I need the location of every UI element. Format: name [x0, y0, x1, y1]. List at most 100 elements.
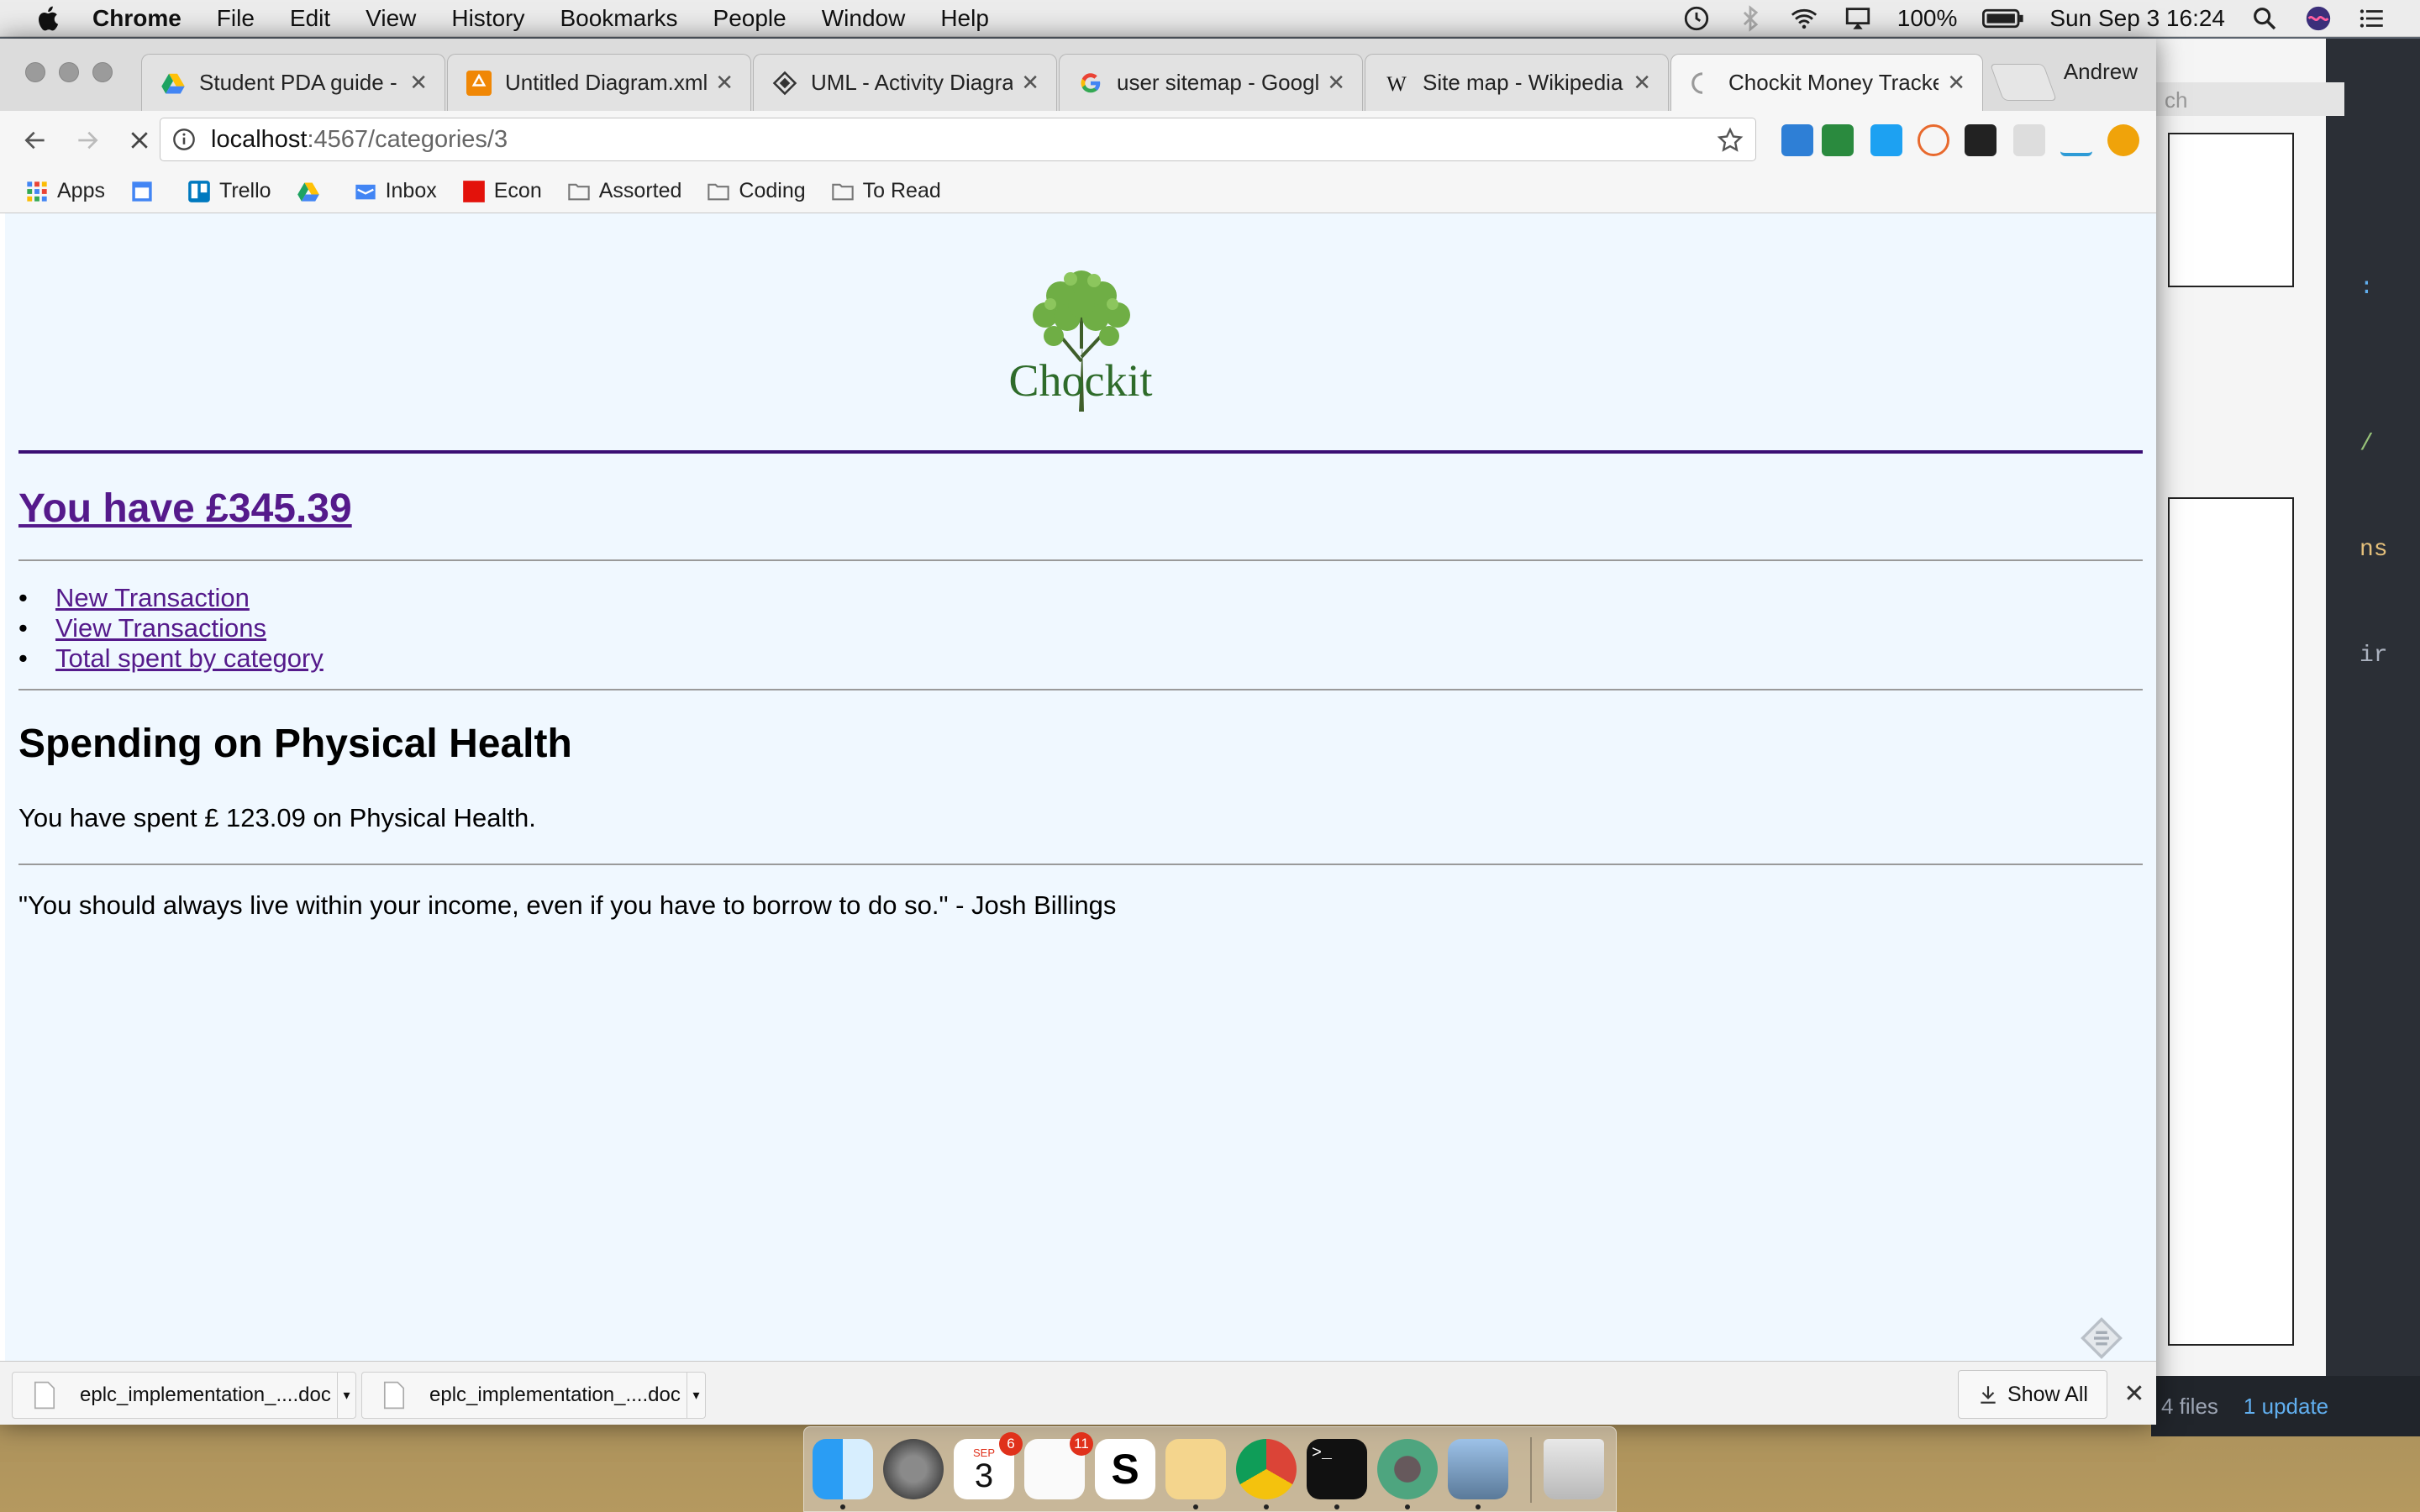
tab-close-icon[interactable]: ✕ — [1327, 70, 1345, 96]
minimize-window-button[interactable] — [59, 62, 79, 82]
tab-close-icon[interactable]: ✕ — [1947, 70, 1965, 96]
system-preferences-icon[interactable] — [883, 1439, 944, 1499]
bookmark-folder-assorted[interactable]: Assorted — [567, 179, 681, 203]
bookmark-econ[interactable]: Econ — [462, 179, 542, 203]
tab-student-pda-guide[interactable]: Student PDA guide - G ✕ — [141, 54, 445, 111]
atom-icon[interactable] — [1377, 1439, 1438, 1499]
bookmark-trello[interactable]: Trello — [187, 179, 271, 203]
tab-user-sitemap[interactable]: user sitemap - Google ✕ — [1059, 54, 1363, 111]
editor-search-field[interactable]: ch — [2151, 82, 2344, 116]
bookmark-drive[interactable] — [297, 180, 329, 203]
total-by-category-link[interactable]: Total spent by category — [55, 643, 324, 673]
menu-history[interactable]: History — [451, 5, 524, 32]
footer-quote: "You should always live within your inco… — [18, 890, 1117, 920]
pages-icon[interactable] — [1165, 1439, 1226, 1499]
bookmark-calendar[interactable] — [130, 180, 162, 203]
balance-link[interactable]: You have £345.39 — [18, 486, 352, 532]
bookmark-folder-coding[interactable]: Coding — [707, 179, 806, 203]
bookmark-folder-to-read[interactable]: To Read — [831, 179, 941, 203]
download-shelf: eplc_implementation_....doc ▾ eplc_imple… — [0, 1361, 2156, 1425]
menu-view[interactable]: View — [366, 5, 416, 32]
chevron-down-icon[interactable]: ▾ — [687, 1373, 705, 1418]
bookmarks-bar: Apps Trello Inbox Econ Assorted Coding T… — [0, 170, 2156, 213]
code-gutter: contro : / ns ir — [2360, 275, 2388, 669]
airplay-icon[interactable] — [1844, 4, 1872, 33]
wifi-icon[interactable] — [1790, 4, 1818, 33]
bookmark-inbox[interactable]: Inbox — [354, 179, 437, 203]
address-bar[interactable]: localhost:4567/categories/3 — [160, 118, 1756, 161]
tab-close-icon[interactable]: ✕ — [1633, 70, 1651, 96]
tracker-extension-icon[interactable] — [1822, 124, 1854, 156]
tab-untitled-diagram[interactable]: Untitled Diagram.xml - ✕ — [447, 54, 751, 111]
tab-close-icon[interactable]: ✕ — [715, 70, 734, 96]
list-item: New Transaction — [18, 583, 324, 613]
menubar-clock[interactable]: Sun Sep 3 16:24 — [2049, 5, 2225, 32]
status-update[interactable]: 1 update — [2244, 1394, 2328, 1420]
chrome-menu-warning-icon[interactable] — [2107, 124, 2139, 156]
profile-name[interactable]: Andrew — [2064, 59, 2138, 85]
drawio-icon — [466, 70, 492, 96]
web-page: Chockit You have £345.39 New Transaction… — [5, 213, 2156, 1362]
menu-window[interactable]: Window — [822, 5, 906, 32]
tab-site-map-wikipedia[interactable]: W Site map - Wikipedia ✕ — [1365, 54, 1669, 111]
clipboard-extension-icon[interactable] — [2013, 124, 2045, 156]
tab-uml-activity-diagram[interactable]: UML - Activity Diagram ✕ — [753, 54, 1057, 111]
chevron-down-icon[interactable]: ▾ — [337, 1373, 355, 1418]
info-icon[interactable] — [172, 128, 196, 151]
google-icon — [1081, 72, 1101, 92]
bookmark-apps[interactable]: Apps — [25, 179, 105, 203]
trello-icon — [188, 180, 210, 202]
reminders-badge: 11 — [1070, 1432, 1093, 1456]
tab-close-icon[interactable]: ✕ — [409, 70, 428, 96]
twitter-extension-icon[interactable] — [1870, 124, 1902, 156]
status-files[interactable]: 4 files — [2161, 1394, 2218, 1420]
tab-chockit-money-tracker[interactable]: Chockit Money Tracker ✕ — [1670, 54, 1983, 111]
wikipedia-icon: W — [1386, 72, 1407, 95]
maximize-window-button[interactable] — [92, 62, 113, 82]
show-all-button[interactable]: Show All — [1958, 1370, 2107, 1419]
chrome-icon[interactable] — [1236, 1439, 1297, 1499]
time-machine-icon[interactable] — [1682, 4, 1711, 33]
battery-icon[interactable] — [1982, 4, 2024, 33]
view-transactions-link[interactable]: View Transactions — [55, 613, 266, 643]
new-tab-button[interactable] — [1989, 64, 2058, 101]
close-shelf-button[interactable]: ✕ — [2118, 1375, 2151, 1412]
background-editor-window: ch contro : / ns ir 4 files 1 update — [2151, 39, 2420, 1436]
siri-icon[interactable] — [2304, 4, 2333, 33]
notification-center-icon[interactable] — [2358, 4, 2386, 33]
finder-icon[interactable] — [813, 1439, 873, 1499]
bookmark-star-icon[interactable] — [1717, 127, 1744, 154]
file-icon — [383, 1381, 405, 1410]
menu-help[interactable]: Help — [940, 5, 989, 32]
calendar-extension-icon[interactable] — [1781, 124, 1813, 156]
bluetooth-icon[interactable] — [1736, 4, 1765, 33]
trash-icon[interactable] — [1544, 1439, 1604, 1499]
back-button[interactable] — [18, 123, 52, 157]
slack-icon[interactable]: S — [1095, 1439, 1155, 1499]
download-filename: eplc_implementation_....doc — [80, 1383, 331, 1406]
menu-file[interactable]: File — [217, 5, 255, 32]
download-item[interactable]: eplc_implementation_....doc ▾ — [12, 1372, 356, 1419]
preview-icon[interactable] — [1448, 1439, 1508, 1499]
terminal-icon[interactable]: >_ — [1307, 1439, 1367, 1499]
feedback-icon[interactable] — [2079, 1315, 2124, 1361]
apple-menu-icon[interactable] — [34, 3, 64, 34]
analytics-extension-icon[interactable] — [2060, 124, 2092, 156]
tab-close-icon[interactable]: ✕ — [1021, 70, 1039, 96]
close-window-button[interactable] — [25, 62, 45, 82]
menu-people[interactable]: People — [713, 5, 786, 32]
menu-edit[interactable]: Edit — [290, 5, 330, 32]
download-item[interactable]: eplc_implementation_....doc ▾ — [361, 1372, 706, 1419]
spotlight-search-icon[interactable] — [2250, 4, 2279, 33]
new-transaction-link[interactable]: New Transaction — [55, 583, 250, 612]
menu-bookmarks[interactable]: Bookmarks — [560, 5, 677, 32]
stop-loading-button[interactable] — [123, 123, 156, 157]
forward-button[interactable] — [71, 123, 104, 157]
buffer-extension-icon[interactable] — [1965, 124, 1996, 156]
brand-name: Chockit — [1008, 355, 1153, 406]
menu-chrome[interactable]: Chrome — [92, 5, 182, 32]
tab-strip: Student PDA guide - G ✕ Untitled Diagram… — [0, 39, 2156, 111]
honey-extension-icon[interactable] — [1918, 124, 1949, 156]
uml-icon — [772, 71, 797, 95]
divider — [18, 864, 2143, 865]
